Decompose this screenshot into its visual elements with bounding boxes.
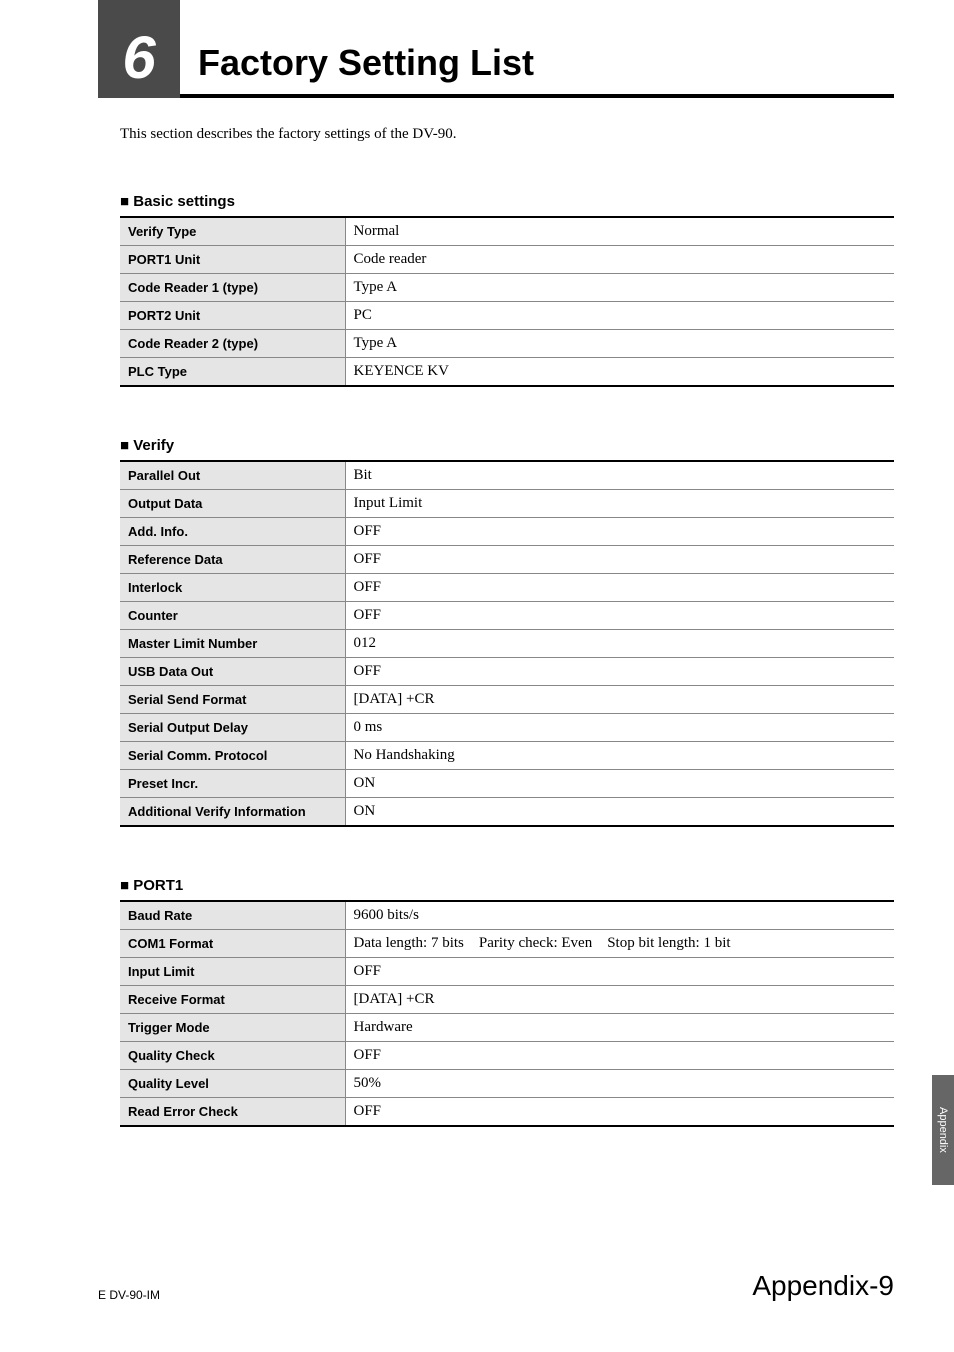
- setting-value: Type A: [345, 274, 894, 302]
- setting-label: PORT2 Unit: [120, 302, 345, 330]
- table-row: InterlockOFF: [120, 574, 894, 602]
- table-row: Serial Output Delay0 ms: [120, 714, 894, 742]
- setting-value: Hardware: [345, 1014, 894, 1042]
- setting-value: 012: [345, 630, 894, 658]
- setting-value: ON: [345, 798, 894, 827]
- table-row: Quality Level50%: [120, 1070, 894, 1098]
- setting-label: Input Limit: [120, 958, 345, 986]
- table-row: Quality CheckOFF: [120, 1042, 894, 1070]
- setting-label: USB Data Out: [120, 658, 345, 686]
- setting-label: Interlock: [120, 574, 345, 602]
- table-row: Read Error CheckOFF: [120, 1098, 894, 1127]
- footer: E DV-90-IM Appendix-9: [98, 1270, 894, 1302]
- setting-label: COM1 Format: [120, 930, 345, 958]
- setting-label: Additional Verify Information: [120, 798, 345, 827]
- setting-label: Counter: [120, 602, 345, 630]
- footer-doc-id: E DV-90-IM: [98, 1288, 160, 1302]
- setting-label: Serial Send Format: [120, 686, 345, 714]
- table-row: Output DataInput Limit: [120, 490, 894, 518]
- setting-label: Reference Data: [120, 546, 345, 574]
- setting-label: Preset Incr.: [120, 770, 345, 798]
- table-row: Input LimitOFF: [120, 958, 894, 986]
- table-row: PORT2 UnitPC: [120, 302, 894, 330]
- section-heading: Basic settings: [120, 193, 894, 210]
- setting-value: OFF: [345, 958, 894, 986]
- setting-value: OFF: [345, 1042, 894, 1070]
- setting-value: [DATA] +CR: [345, 986, 894, 1014]
- settings-table: Verify TypeNormalPORT1 UnitCode readerCo…: [120, 216, 894, 387]
- setting-value: OFF: [345, 574, 894, 602]
- table-row: Additional Verify InformationON: [120, 798, 894, 827]
- table-row: Serial Send Format[DATA] +CR: [120, 686, 894, 714]
- setting-value: ON: [345, 770, 894, 798]
- table-row: Verify TypeNormal: [120, 217, 894, 246]
- settings-table: Parallel OutBitOutput DataInput LimitAdd…: [120, 460, 894, 827]
- section: PORT1 Baud Rate9600 bits/sCOM1 FormatData…: [120, 877, 894, 1127]
- setting-label: Baud Rate: [120, 901, 345, 930]
- setting-label: Trigger Mode: [120, 1014, 345, 1042]
- chapter-number: 6: [98, 0, 180, 98]
- setting-label: Read Error Check: [120, 1098, 345, 1127]
- setting-value: OFF: [345, 518, 894, 546]
- setting-label: Parallel Out: [120, 461, 345, 490]
- table-row: Serial Comm. ProtocolNo Handshaking: [120, 742, 894, 770]
- setting-value: OFF: [345, 1098, 894, 1127]
- table-row: Receive Format[DATA] +CR: [120, 986, 894, 1014]
- setting-label: PLC Type: [120, 358, 345, 387]
- table-row: Parallel OutBit: [120, 461, 894, 490]
- setting-value: Code reader: [345, 246, 894, 274]
- footer-page-number: Appendix-9: [752, 1270, 894, 1302]
- setting-label: Receive Format: [120, 986, 345, 1014]
- table-row: Add. Info.OFF: [120, 518, 894, 546]
- table-row: COM1 FormatData length: 7 bits Parity ch…: [120, 930, 894, 958]
- setting-value: OFF: [345, 602, 894, 630]
- intro-text: This section describes the factory setti…: [120, 126, 894, 143]
- setting-label: Code Reader 1 (type): [120, 274, 345, 302]
- table-row: Preset Incr.ON: [120, 770, 894, 798]
- table-row: Reference DataOFF: [120, 546, 894, 574]
- section-heading: PORT1: [120, 877, 894, 894]
- setting-value: Input Limit: [345, 490, 894, 518]
- section: Basic settings Verify TypeNormalPORT1 Uni…: [120, 193, 894, 387]
- section: Verify Parallel OutBitOutput DataInput Li…: [120, 437, 894, 827]
- setting-value: OFF: [345, 658, 894, 686]
- setting-value: No Handshaking: [345, 742, 894, 770]
- setting-label: Verify Type: [120, 217, 345, 246]
- table-row: Code Reader 2 (type)Type A: [120, 330, 894, 358]
- table-row: Trigger ModeHardware: [120, 1014, 894, 1042]
- setting-label: Serial Comm. Protocol: [120, 742, 345, 770]
- setting-value: Data length: 7 bits Parity check: Even S…: [345, 930, 894, 958]
- setting-value: Type A: [345, 330, 894, 358]
- table-row: USB Data OutOFF: [120, 658, 894, 686]
- table-row: Baud Rate9600 bits/s: [120, 901, 894, 930]
- setting-value: KEYENCE KV: [345, 358, 894, 387]
- setting-label: PORT1 Unit: [120, 246, 345, 274]
- table-row: PLC TypeKEYENCE KV: [120, 358, 894, 387]
- chapter-header: 6 Factory Setting List: [98, 0, 894, 98]
- setting-value: 50%: [345, 1070, 894, 1098]
- setting-value: Normal: [345, 217, 894, 246]
- setting-label: Output Data: [120, 490, 345, 518]
- table-row: CounterOFF: [120, 602, 894, 630]
- setting-label: Serial Output Delay: [120, 714, 345, 742]
- setting-value: Bit: [345, 461, 894, 490]
- section-heading: Verify: [120, 437, 894, 454]
- table-row: PORT1 UnitCode reader: [120, 246, 894, 274]
- table-row: Code Reader 1 (type)Type A: [120, 274, 894, 302]
- chapter-title: Factory Setting List: [198, 42, 534, 84]
- setting-label: Quality Check: [120, 1042, 345, 1070]
- setting-value: 9600 bits/s: [345, 901, 894, 930]
- setting-label: Quality Level: [120, 1070, 345, 1098]
- settings-table: Baud Rate9600 bits/sCOM1 FormatData leng…: [120, 900, 894, 1127]
- setting-label: Master Limit Number: [120, 630, 345, 658]
- setting-label: Code Reader 2 (type): [120, 330, 345, 358]
- table-row: Master Limit Number012: [120, 630, 894, 658]
- setting-value: OFF: [345, 546, 894, 574]
- setting-value: [DATA] +CR: [345, 686, 894, 714]
- setting-value: PC: [345, 302, 894, 330]
- setting-value: 0 ms: [345, 714, 894, 742]
- setting-label: Add. Info.: [120, 518, 345, 546]
- side-tab-appendix: Appendix: [932, 1075, 954, 1185]
